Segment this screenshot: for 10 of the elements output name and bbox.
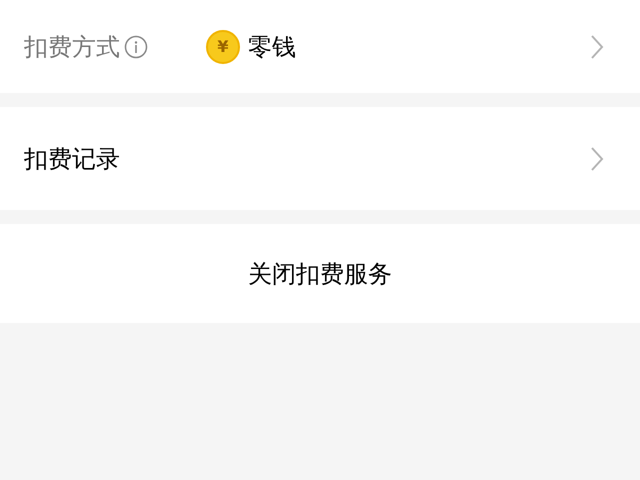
coin-icon: ¥ bbox=[206, 30, 240, 64]
chevron-right-icon bbox=[590, 146, 604, 172]
deduction-records-row[interactable]: 扣费记录 bbox=[0, 107, 640, 210]
payment-method-row[interactable]: 扣费方式 ¥ 零钱 bbox=[0, 0, 640, 93]
chevron-right-icon bbox=[590, 34, 604, 60]
close-service-button[interactable]: 关闭扣费服务 bbox=[0, 224, 640, 323]
info-icon[interactable] bbox=[124, 34, 148, 58]
payment-method-label: 扣费方式 bbox=[24, 32, 120, 62]
payment-method-value: 零钱 bbox=[248, 32, 296, 62]
deduction-records-label: 扣费记录 bbox=[24, 144, 120, 174]
